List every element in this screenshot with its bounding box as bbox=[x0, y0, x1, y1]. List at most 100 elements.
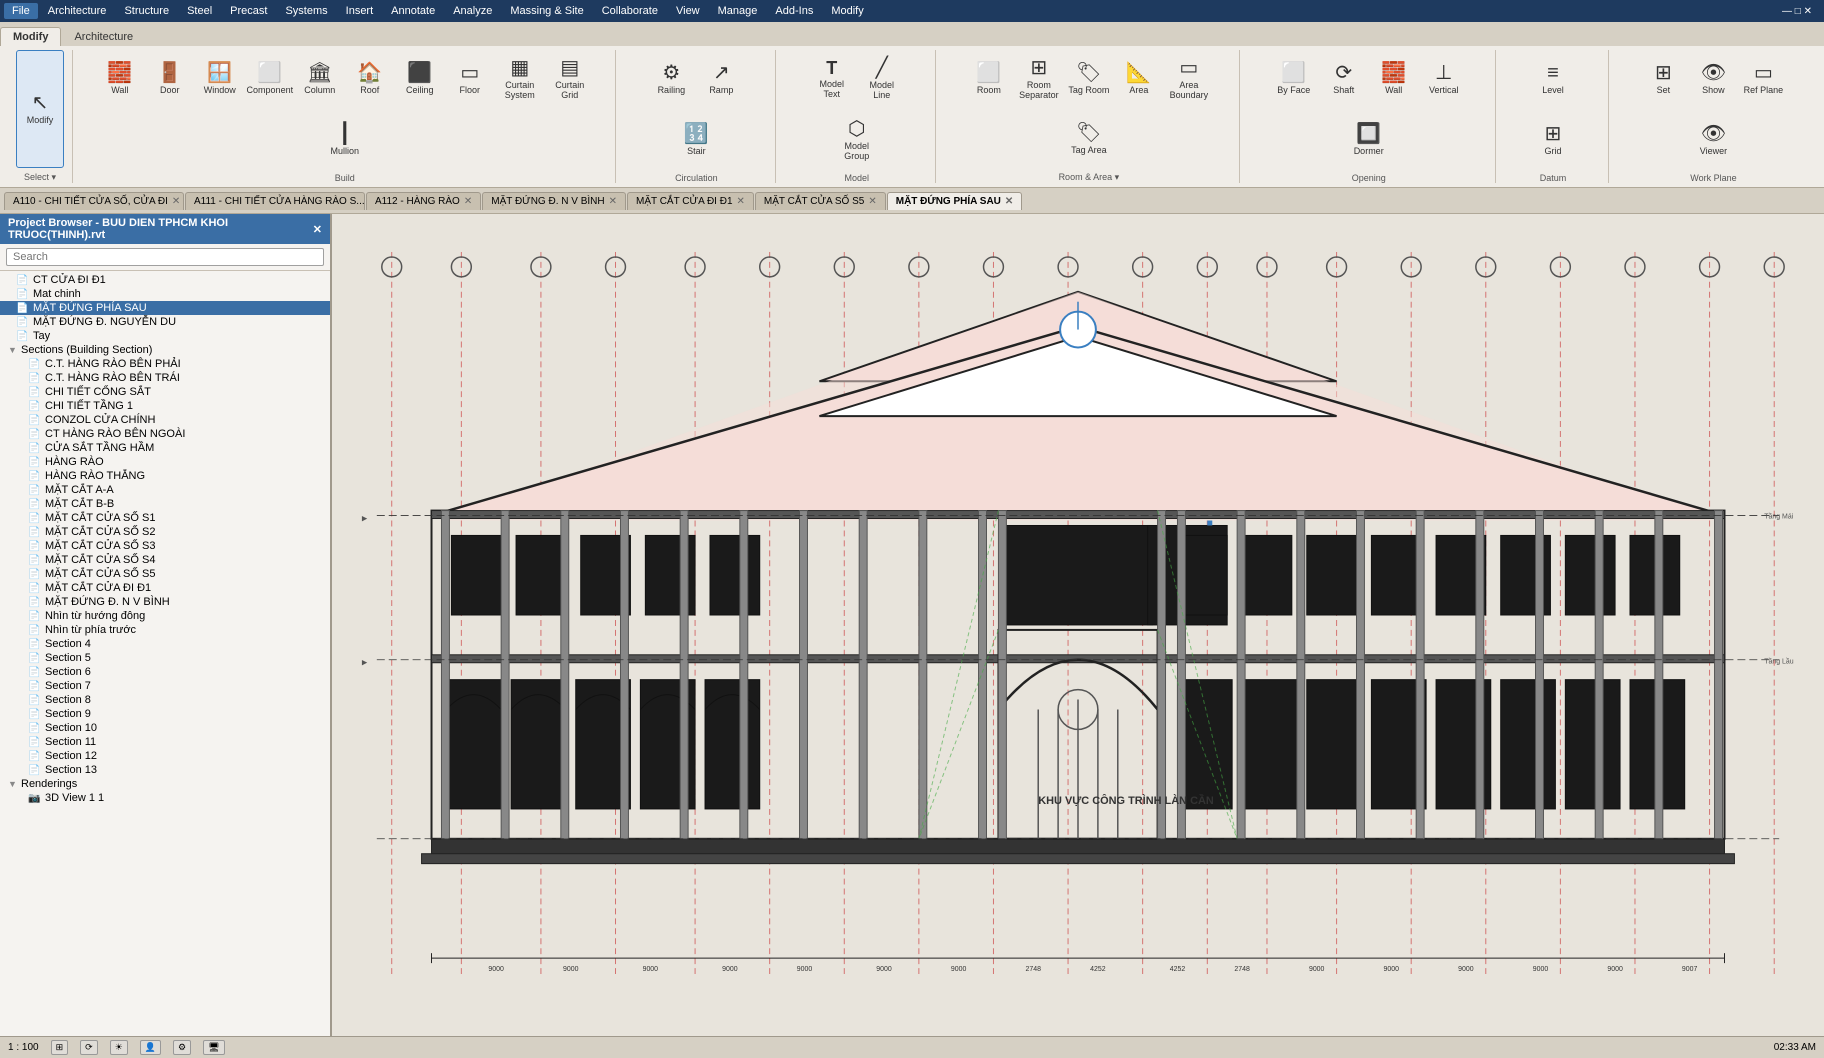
ribbon-btn-by-face[interactable]: ⬜ By Face bbox=[1270, 50, 1318, 109]
tree-item-section-13[interactable]: 📄 Section 13 bbox=[0, 763, 330, 777]
ribbon-btn-wall[interactable]: 🧱 Wall bbox=[96, 50, 144, 109]
ribbon-btn-ceiling[interactable]: ⬛ Ceiling bbox=[396, 50, 444, 109]
tree-item-mat-dung-nguyen-du[interactable]: 📄 MẶT ĐỨNG Đ. NGUYỄN DU bbox=[0, 315, 330, 329]
menu-insert[interactable]: Insert bbox=[338, 3, 382, 19]
tree-item-section-10[interactable]: 📄 Section 10 bbox=[0, 721, 330, 735]
project-browser-search-input[interactable] bbox=[6, 248, 324, 266]
tree-item-ct-cua-di[interactable]: 📄 CT CỬA ĐI Đ1 bbox=[0, 273, 330, 287]
ribbon-btn-stair[interactable]: 🔢 Stair bbox=[672, 111, 720, 170]
doc-tab-a111[interactable]: A111 - CHI TIẾT CỬA HÀNG RÀO S... ✕ bbox=[185, 192, 365, 210]
menu-view[interactable]: View bbox=[668, 3, 708, 19]
tree-item-section-7[interactable]: 📄 Section 7 bbox=[0, 679, 330, 693]
ribbon-btn-area[interactable]: 📐 Area bbox=[1115, 50, 1163, 108]
ribbon-btn-door[interactable]: 🚪 Door bbox=[146, 50, 194, 109]
ribbon-btn-roof[interactable]: 🏠 Roof bbox=[346, 50, 394, 109]
close-tab-mat-dung[interactable]: ✕ bbox=[609, 196, 617, 207]
doc-tab-mat-dung[interactable]: MẶT ĐỨNG Đ. N V BÌNH ✕ bbox=[482, 192, 626, 210]
ribbon-btn-area-boundary[interactable]: ▭ Area Boundary bbox=[1165, 50, 1213, 108]
ribbon-btn-viewer[interactable]: 👁 Viewer bbox=[1689, 111, 1737, 170]
snap-button[interactable]: ⊞ bbox=[51, 1040, 69, 1055]
ribbon-btn-tag-room[interactable]: 🏷 Tag Room bbox=[1065, 50, 1113, 108]
ribbon-btn-show[interactable]: 👁 Show bbox=[1689, 50, 1737, 109]
tree-item-mat-chinh[interactable]: 📄 Mat chinh bbox=[0, 287, 330, 301]
ribbon-btn-column[interactable]: 🏛 Column bbox=[296, 50, 344, 109]
drawing-area[interactable]: KHU VỰC CÔNG TRÌNH LÀN CẦN ▶ ▶ bbox=[332, 214, 1824, 1036]
project-browser-close[interactable]: ✕ bbox=[313, 223, 322, 236]
doc-tab-a112[interactable]: A112 - HÀNG RÀO ✕ bbox=[366, 192, 481, 210]
tree-item-section-6[interactable]: 📄 Section 6 bbox=[0, 665, 330, 679]
tree-item-mat-cat-cua-di-d1[interactable]: 📄 MẶT CẮT CỬA ĐI Đ1 bbox=[0, 581, 330, 595]
tree-item-section-8[interactable]: 📄 Section 8 bbox=[0, 693, 330, 707]
thin-lines-button[interactable]: ☀ bbox=[110, 1040, 128, 1055]
tree-item-mat-cat-cua-so-s1[interactable]: 📄 MẶT CẮT CỬA SỐ S1 bbox=[0, 511, 330, 525]
menu-addins[interactable]: Add-Ins bbox=[767, 3, 821, 19]
tree-item-mat-cat-cua-so-s2[interactable]: 📄 MẶT CẮT CỬA SỐ S2 bbox=[0, 525, 330, 539]
menu-architecture[interactable]: Architecture bbox=[40, 3, 115, 19]
ribbon-btn-component[interactable]: ⬜ Component bbox=[246, 50, 294, 109]
close-tab-mat-dung-phia-sau[interactable]: ✕ bbox=[1005, 196, 1013, 207]
menu-structure[interactable]: Structure bbox=[116, 3, 177, 19]
ribbon-btn-modify[interactable]: ↖ Modify bbox=[16, 50, 64, 168]
close-tab-mat-cat-cua-so[interactable]: ✕ bbox=[868, 196, 876, 207]
close-tab-a112[interactable]: ✕ bbox=[464, 196, 472, 207]
tree-item-mat-cat-bb[interactable]: 📄 MẶT CẮT B-B bbox=[0, 497, 330, 511]
doc-tab-mat-cat-cua[interactable]: MẶT CẮT CỬA ĐI Đ1 ✕ bbox=[627, 192, 754, 210]
tree-item-ct-hang-rao-phai[interactable]: 📄 C.T. HÀNG RÀO BÊN PHẢI bbox=[0, 357, 330, 371]
tree-item-section-12[interactable]: 📄 Section 12 bbox=[0, 749, 330, 763]
tree-item-mat-dung-phia-sau[interactable]: 📄 MẶT ĐỨNG PHÍA SAU bbox=[0, 301, 330, 315]
ribbon-tab-modify[interactable]: Modify bbox=[0, 27, 61, 46]
ribbon-btn-tag-area[interactable]: 🏷 Tag Area bbox=[1065, 110, 1113, 168]
project-browser-tree[interactable]: 📄 CT CỬA ĐI Đ1 📄 Mat chinh 📄 MẶT ĐỨNG PH… bbox=[0, 271, 330, 1036]
menu-steel[interactable]: Steel bbox=[179, 3, 220, 19]
ribbon-btn-model-line[interactable]: ╱ Model Line bbox=[858, 50, 906, 109]
ribbon-btn-shaft[interactable]: ⟳ Shaft bbox=[1320, 50, 1368, 109]
tree-item-mat-cat-aa[interactable]: 📄 MẶT CẮT A-A bbox=[0, 483, 330, 497]
menu-massing[interactable]: Massing & Site bbox=[502, 3, 591, 19]
tree-item-section-11[interactable]: 📄 Section 11 bbox=[0, 735, 330, 749]
tree-item-nhin-tu-huong-dong[interactable]: 📄 Nhìn từ hướng đông bbox=[0, 609, 330, 623]
tree-item-cua-sat-tang-ham[interactable]: 📄 CỬA SẮT TẦNG HẦM bbox=[0, 441, 330, 455]
tree-item-chi-tiet-cong-sat[interactable]: 📄 CHI TIẾT CỔNG SẮT bbox=[0, 385, 330, 399]
doc-tab-mat-dung-phia-sau[interactable]: MẶT ĐỨNG PHÍA SAU ✕ bbox=[887, 192, 1023, 210]
ribbon-btn-room[interactable]: ⬜ Room bbox=[965, 50, 1013, 108]
ribbon-btn-window[interactable]: 🪟 Window bbox=[196, 50, 244, 109]
ribbon-btn-model-text[interactable]: T Model Text bbox=[808, 50, 856, 109]
ribbon-btn-level[interactable]: ≡ Level bbox=[1529, 50, 1577, 109]
ribbon-btn-floor[interactable]: ▭ Floor bbox=[446, 50, 494, 109]
tree-item-tay[interactable]: 📄 Tay bbox=[0, 329, 330, 343]
tree-item-3d-view[interactable]: 📷 3D View 1 1 bbox=[0, 791, 330, 805]
ribbon-btn-grid[interactable]: ⊞ Grid bbox=[1529, 111, 1577, 170]
menu-file[interactable]: File bbox=[4, 3, 38, 19]
ribbon-btn-railing[interactable]: ⚙ Railing bbox=[647, 50, 695, 109]
ribbon-btn-room-separator[interactable]: ⊞ Room Separator bbox=[1015, 50, 1063, 108]
ribbon-tab-architecture[interactable]: Architecture bbox=[61, 27, 146, 46]
doc-tab-mat-cat-cua-so[interactable]: MẶT CẮT CỬA SỐ S5 ✕ bbox=[755, 192, 886, 210]
close-tab-mat-cat-cua[interactable]: ✕ bbox=[737, 196, 745, 207]
snap-grid-button[interactable]: ⟳ bbox=[80, 1040, 98, 1055]
tree-item-ct-hang-rao-trai[interactable]: 📄 C.T. HÀNG RÀO BÊN TRÁI bbox=[0, 371, 330, 385]
ribbon-btn-vertical[interactable]: ⊥ Vertical bbox=[1420, 50, 1468, 109]
menu-systems[interactable]: Systems bbox=[277, 3, 335, 19]
ribbon-btn-ramp[interactable]: ↗ Ramp bbox=[697, 50, 745, 109]
tree-item-mat-cat-cua-so-s5[interactable]: 📄 MẶT CẮT CỬA SỐ S5 bbox=[0, 567, 330, 581]
ribbon-btn-model-group[interactable]: ⬡ Model Group bbox=[833, 111, 881, 170]
tree-item-section-9[interactable]: 📄 Section 9 bbox=[0, 707, 330, 721]
ribbon-btn-mullion[interactable]: ┃ Mullion bbox=[321, 111, 369, 170]
ribbon-btn-curtain-system[interactable]: ▦ Curtain System bbox=[496, 50, 544, 109]
menu-precast[interactable]: Precast bbox=[222, 3, 275, 19]
tree-item-conzol[interactable]: 📄 CONZOL CỬA CHÍNH bbox=[0, 413, 330, 427]
tree-item-chi-tiet-tang-1[interactable]: 📄 CHI TIẾT TẦNG 1 bbox=[0, 399, 330, 413]
tree-item-nhin-tu-phia-truoc[interactable]: 📄 Nhìn từ phía trước bbox=[0, 623, 330, 637]
ribbon-btn-ref-plane[interactable]: ▭ Ref Plane bbox=[1739, 50, 1787, 109]
ribbon-btn-dormer[interactable]: 🔲 Dormer bbox=[1345, 111, 1393, 170]
ribbon-btn-set[interactable]: ⊞ Set bbox=[1639, 50, 1687, 109]
menu-modify[interactable]: Modify bbox=[823, 3, 871, 19]
menu-annotate[interactable]: Annotate bbox=[383, 3, 443, 19]
tree-category-sections[interactable]: ▼ Sections (Building Section) bbox=[0, 343, 330, 357]
tree-item-hang-rao[interactable]: 📄 HÀNG RÀO bbox=[0, 455, 330, 469]
menu-analyze[interactable]: Analyze bbox=[445, 3, 500, 19]
render-button[interactable]: ⚙ bbox=[173, 1040, 191, 1055]
shadows-button[interactable]: 👤 bbox=[140, 1040, 161, 1055]
ribbon-btn-wall-opening[interactable]: 🧱 Wall bbox=[1370, 50, 1418, 109]
tree-item-mat-cat-cua-so-s4[interactable]: 📄 MẶT CẮT CỬA SỐ S4 bbox=[0, 553, 330, 567]
